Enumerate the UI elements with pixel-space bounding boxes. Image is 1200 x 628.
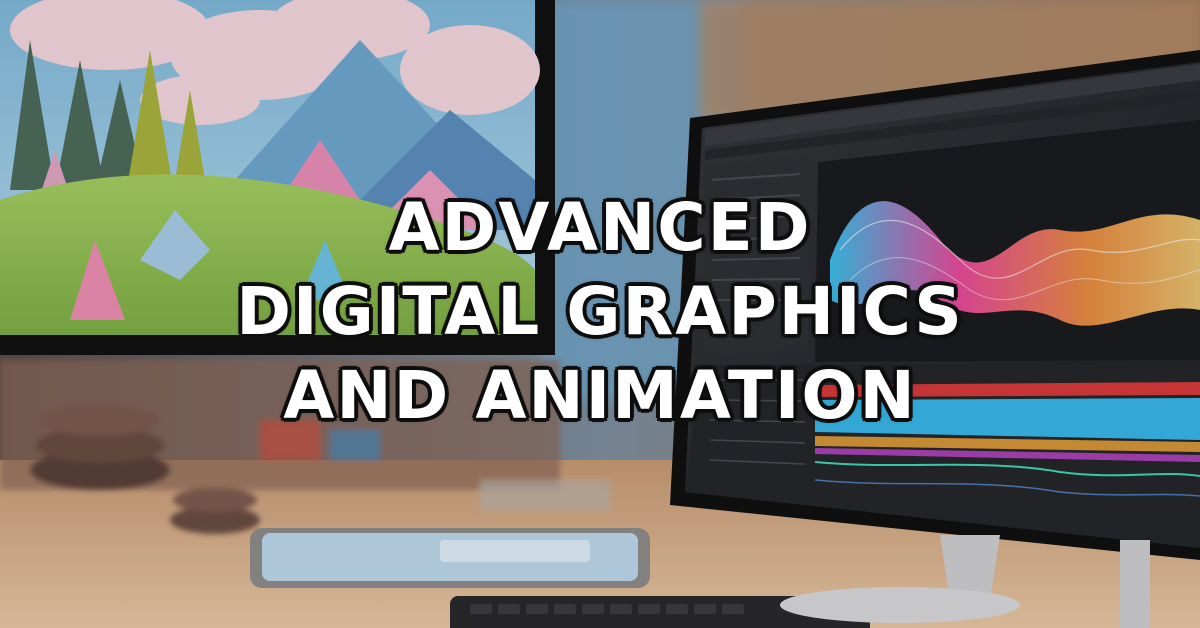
headline-line-1: ADVANCED xyxy=(386,187,812,268)
headline: ADVANCED DIGITAL GRAPHICS AND ANIMATION xyxy=(0,186,1200,438)
headline-line-2: DIGITAL GRAPHICS xyxy=(234,271,964,352)
headline-line-3: AND ANIMATION xyxy=(281,355,917,436)
